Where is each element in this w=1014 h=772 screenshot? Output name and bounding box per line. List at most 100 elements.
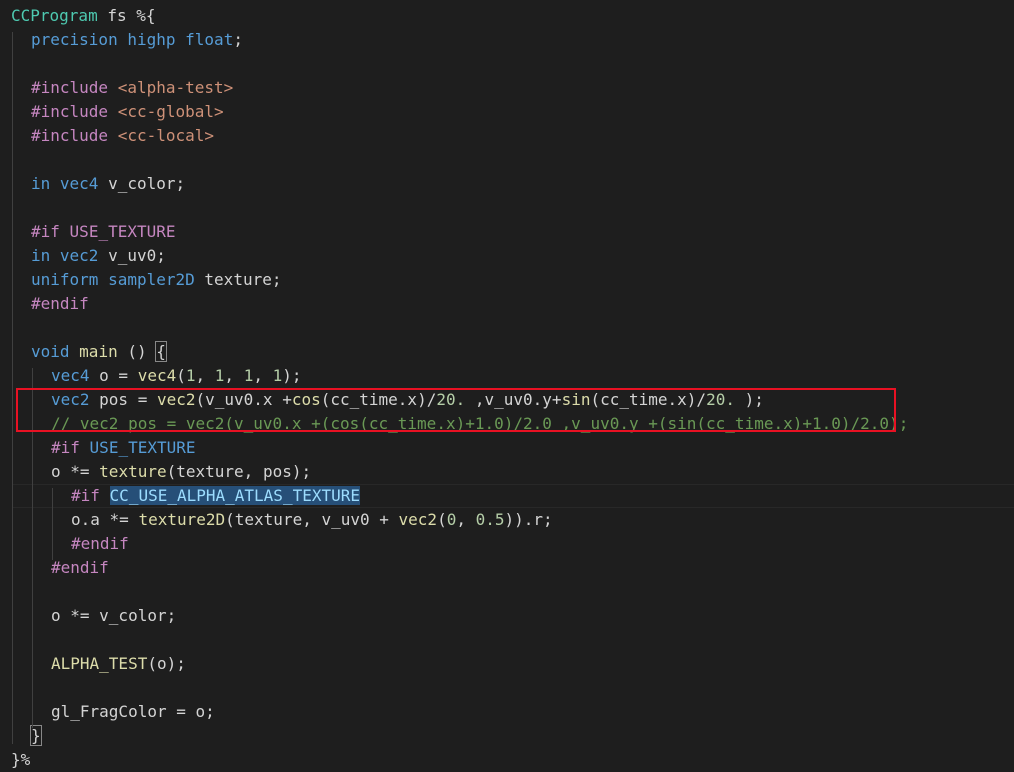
code-token: 1 — [185, 366, 196, 385]
code-line-text: vec4 o = vec4(1, 1, 1, 1); — [51, 364, 302, 388]
highlight-annotation-box — [16, 388, 896, 432]
code-line-text: uniform sampler2D texture; — [31, 268, 281, 292]
code-line[interactable]: #include <cc-local> — [0, 124, 1014, 148]
code-token: vec2 — [398, 510, 438, 529]
code-token: #endif — [71, 534, 129, 553]
code-line[interactable]: #endif — [0, 556, 1014, 580]
code-line[interactable]: uniform sampler2D texture; — [0, 268, 1014, 292]
code-token: }% — [11, 750, 31, 769]
code-line[interactable]: }% — [0, 748, 1014, 772]
code-line[interactable] — [0, 628, 1014, 652]
code-token: #if — [31, 222, 60, 241]
code-token: void — [31, 342, 70, 361]
code-token: vec4 — [51, 366, 90, 385]
code-token: o *= — [51, 462, 100, 481]
code-token: )).r; — [504, 510, 553, 529]
code-line[interactable]: o.a *= texture2D(texture, v_uv0 + vec2(0… — [0, 508, 1014, 532]
code-token: ( — [176, 366, 186, 385]
code-line-text: #if USE_TEXTURE — [51, 436, 196, 460]
code-token: vec2 — [59, 246, 99, 265]
code-token: vec4 — [137, 366, 177, 385]
code-token: , — [195, 366, 215, 385]
code-token: <alpha-test> — [117, 78, 234, 97]
code-token: 1 — [214, 366, 225, 385]
code-token: , — [456, 510, 476, 529]
code-token: , — [253, 366, 273, 385]
code-line[interactable]: vec4 o = vec4(1, 1, 1, 1); — [0, 364, 1014, 388]
code-token: sampler2D — [108, 270, 195, 289]
code-token: <cc-local> — [117, 126, 215, 145]
code-line-text: #include <cc-local> — [31, 124, 214, 148]
code-line[interactable]: gl_FragColor = o; — [0, 700, 1014, 724]
selected-text: CC_USE_ALPHA_ATLAS_TEXTURE — [109, 486, 360, 505]
code-line-text: CCProgram fs %{ — [11, 4, 156, 28]
indent-guide — [12, 32, 13, 744]
code-line-text: }% — [11, 748, 30, 772]
code-token: #include — [31, 78, 109, 97]
code-token: CCProgram — [11, 6, 98, 25]
code-line[interactable]: in vec4 v_color; — [0, 172, 1014, 196]
code-line[interactable] — [0, 148, 1014, 172]
code-line[interactable] — [0, 676, 1014, 700]
code-token: #endif — [31, 294, 89, 313]
code-token: highp — [127, 30, 176, 49]
code-line[interactable]: precision highp float; — [0, 28, 1014, 52]
code-token: uniform — [31, 270, 99, 289]
code-token: o *= v_color; — [51, 606, 177, 625]
code-token: ( — [437, 510, 447, 529]
code-token: v_uv0; — [98, 246, 166, 265]
code-token: in — [31, 246, 51, 265]
indent-guide — [52, 488, 53, 560]
code-token: #include — [31, 126, 109, 145]
code-token: #include — [31, 102, 109, 121]
code-line[interactable] — [0, 316, 1014, 340]
code-line-text: #endif — [51, 556, 109, 580]
code-token: (texture, pos); — [166, 462, 312, 481]
code-line-text: #if USE_TEXTURE — [31, 220, 176, 244]
code-line[interactable]: #endif — [0, 292, 1014, 316]
code-token: ); — [282, 366, 302, 385]
code-token: o = — [89, 366, 138, 385]
code-line[interactable]: #include <cc-global> — [0, 100, 1014, 124]
code-token: gl_FragColor = o; — [51, 702, 215, 721]
code-line[interactable]: o *= v_color; — [0, 604, 1014, 628]
code-token: vec4 — [59, 174, 99, 193]
code-line[interactable]: #endif — [0, 532, 1014, 556]
code-line-text: gl_FragColor = o; — [51, 700, 215, 724]
code-line[interactable]: #if USE_TEXTURE — [0, 220, 1014, 244]
code-line-text: #include <alpha-test> — [31, 76, 233, 100]
code-token: 0 — [446, 510, 457, 529]
code-line-text: o.a *= texture2D(texture, v_uv0 + vec2(0… — [71, 508, 553, 532]
code-token: USE_TEXTURE — [69, 222, 176, 241]
code-line-text: #endif — [71, 532, 129, 556]
code-line[interactable] — [0, 52, 1014, 76]
code-token: texture2D — [138, 510, 226, 529]
code-line[interactable]: } — [0, 724, 1014, 748]
code-line[interactable]: #if USE_TEXTURE — [0, 436, 1014, 460]
code-token: #if — [51, 438, 80, 457]
code-line-text: o *= texture(texture, pos); — [51, 460, 311, 484]
code-token: USE_TEXTURE — [89, 438, 196, 457]
code-line[interactable]: in vec2 v_uv0; — [0, 244, 1014, 268]
code-token: texture — [99, 462, 167, 481]
code-line-text: in vec2 v_uv0; — [31, 244, 166, 268]
code-line[interactable]: #include <alpha-test> — [0, 76, 1014, 100]
code-line[interactable]: ALPHA_TEST(o); — [0, 652, 1014, 676]
code-token: { — [155, 341, 167, 362]
code-line[interactable]: #if CC_USE_ALPHA_ATLAS_TEXTURE — [0, 484, 1014, 508]
code-token: in — [31, 174, 51, 193]
code-line[interactable] — [0, 196, 1014, 220]
code-line[interactable]: void main () { — [0, 340, 1014, 364]
code-line[interactable]: CCProgram fs %{ — [0, 4, 1014, 28]
code-line[interactable] — [0, 580, 1014, 604]
code-line[interactable]: o *= texture(texture, pos); — [0, 460, 1014, 484]
code-line-text: precision highp float; — [31, 28, 243, 52]
code-line-text: #endif — [31, 292, 89, 316]
code-line-text: o *= v_color; — [51, 604, 176, 628]
